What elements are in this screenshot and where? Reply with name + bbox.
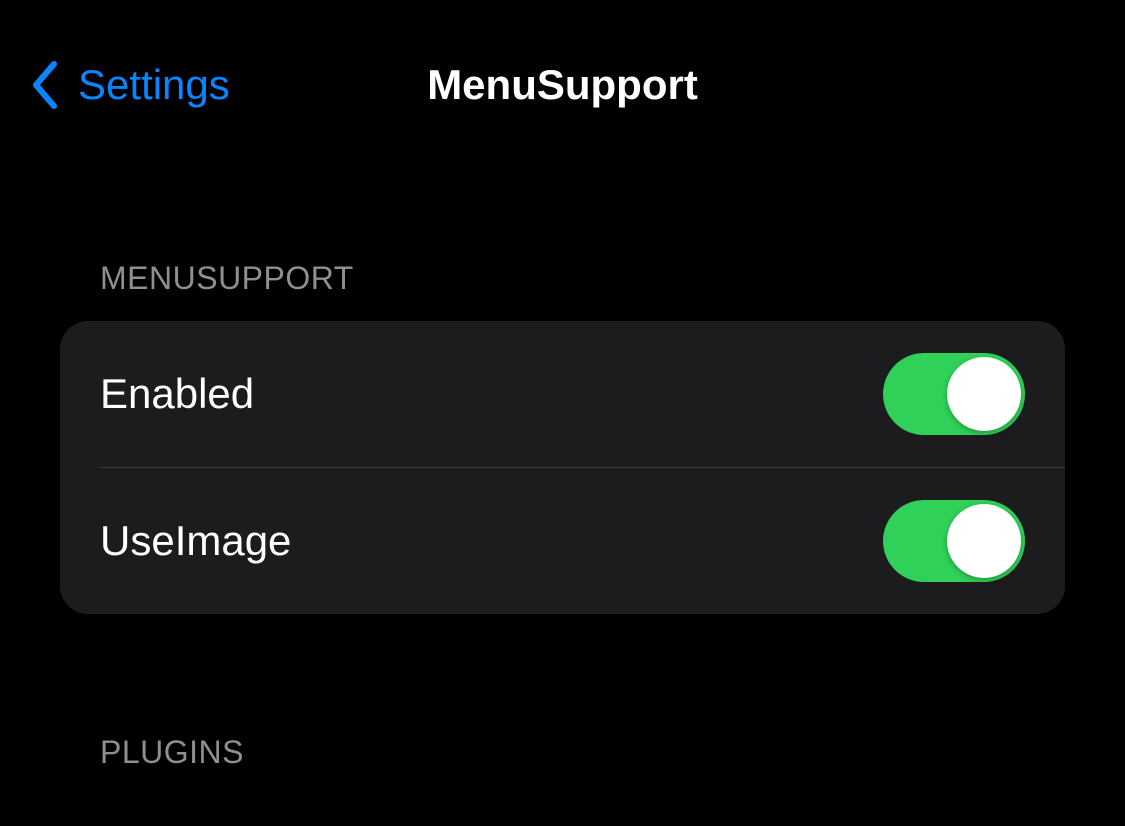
row-useimage: UseImage (60, 468, 1065, 614)
settings-group-menusupport: Enabled UseImage (60, 321, 1065, 614)
row-label-useimage: UseImage (100, 517, 291, 565)
row-label-enabled: Enabled (100, 370, 254, 418)
back-label: Settings (78, 61, 230, 109)
section-header-plugins: PLUGINS (0, 734, 1125, 795)
navigation-bar: Settings MenuSupport (0, 0, 1125, 140)
chevron-left-icon (30, 60, 60, 110)
toggle-knob (947, 357, 1021, 431)
back-button[interactable]: Settings (24, 60, 230, 110)
toggle-useimage[interactable] (883, 500, 1025, 582)
toggle-enabled[interactable] (883, 353, 1025, 435)
row-enabled: Enabled (60, 321, 1065, 467)
section-header-menusupport: MENUSUPPORT (0, 260, 1125, 321)
toggle-knob (947, 504, 1021, 578)
